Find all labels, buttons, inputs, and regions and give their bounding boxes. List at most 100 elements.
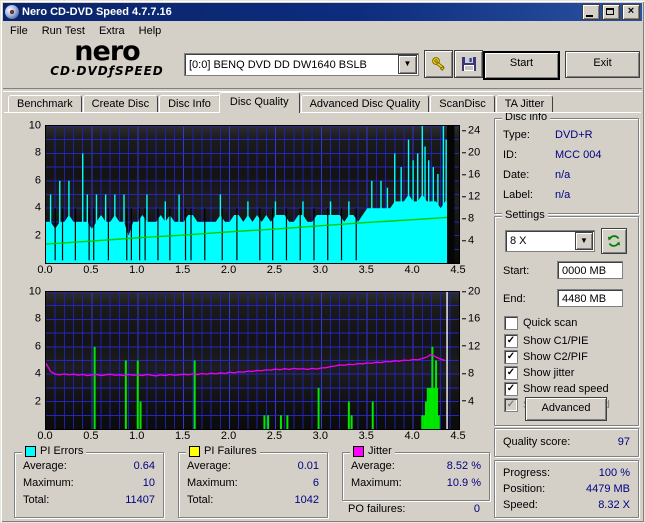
pif-average-label: Average: [187,460,231,472]
po-failures-value: 0 [474,503,480,515]
pi-errors-plot [45,125,460,264]
refresh-button[interactable] [601,228,627,254]
show-c2-pif-checkbox[interactable]: ✓ Show C2/PIF [504,350,588,364]
quality-score-group: Quality score:97 [494,428,639,457]
x-axis-tick: 2.0 [214,430,244,442]
position-value: 4479 MB [586,483,630,495]
lock-drive-button[interactable] [424,50,453,78]
jitter-group: Jitter Average:8.52 % Maximum:10.9 % [342,452,490,501]
show-jitter-label: Show jitter [523,367,574,379]
y-axis-left-tick: 6 [15,340,41,352]
pi-failures-jitter-plot [45,291,460,430]
checkbox-box: ✓ [504,398,518,412]
menu-file[interactable]: File [4,24,34,38]
pif-average-value: 0.01 [298,460,319,472]
y-axis-left-tick: 8 [15,313,41,325]
x-axis-tick: 4.5 [443,430,473,442]
x-axis-tick: 0.5 [76,430,106,442]
pi-failures-caption: PI Failures [186,445,260,457]
checkbox-box: ✓ [504,382,518,396]
toolbar-separator [3,88,642,92]
cddvdspeed-logo-text: CD·DVDƒSPEED [32,64,182,78]
y-axis-left-tick: 8 [15,147,41,159]
pi-failures-caption-text: PI Failures [204,445,257,457]
chevron-down-icon[interactable]: ▼ [398,55,417,74]
disc-id-value: MCC 004 [555,149,601,161]
po-failures-label: PO failures: [348,503,405,515]
y-axis-right-tick: 12 [462,191,488,203]
show-read-speed-checkbox[interactable]: ✓ Show read speed [504,382,609,396]
save-icon [461,56,477,72]
scan-speed-select[interactable]: 8 X ▼ [505,230,595,252]
drive-select-value: [0:0] BENQ DVD DD DW1640 BSLB [185,59,397,71]
quick-scan-checkbox[interactable]: Quick scan [504,316,577,330]
drive-select[interactable]: [0:0] BENQ DVD DD DW1640 BSLB ▼ [184,53,419,76]
scan-start-input[interactable]: 0000 MB [557,261,623,279]
tab-benchmark[interactable]: Benchmark [8,95,82,113]
y-axis-left-tick: 2 [15,229,41,241]
pi-failures-group: PI Failures Average:0.01 Maximum:6 Total… [178,452,328,518]
y-axis-right-tick: 8 [462,367,488,379]
y-axis-left-tick: 4 [15,201,41,213]
pie-maximum-label: Maximum: [23,477,74,489]
jitter-average-value: 8.52 % [447,460,481,472]
x-axis-tick: 3.0 [305,264,335,276]
keys-icon [430,55,448,73]
checkbox-box: ✓ [504,350,518,364]
jitter-average-label: Average: [351,460,395,472]
tab-advanced-disc-quality[interactable]: Advanced Disc Quality [301,95,430,113]
show-c1-pie-checkbox[interactable]: ✓ Show C1/PIE [504,334,588,348]
y-axis-right-tick: 20 [462,285,488,297]
disc-type-label: Type: [503,129,530,141]
tab-scandisc[interactable]: ScanDisc [430,95,494,113]
title-bar: Nero CD-DVD Speed 4.7.7.16 × [3,3,642,21]
show-jitter-checkbox[interactable]: ✓ Show jitter [504,366,574,380]
show-c2-pif-label: Show C2/PIF [523,351,588,363]
x-axis-tick: 4.0 [397,430,427,442]
refresh-icon [606,233,622,249]
save-results-button[interactable] [454,50,483,78]
pi-failures-jitter-chart: 246810481216200.00.51.01.52.02.53.03.54.… [12,291,488,443]
toolbar: nero CD·DVDƒSPEED [0:0] BENQ DVD DD DW16… [4,39,641,87]
advanced-button[interactable]: Advanced [525,397,607,421]
pi-errors-group: PI Errors Average:0.64 Maximum:10 Total:… [14,452,164,518]
po-failures-row: PO failures: 0 [348,503,484,517]
x-axis-tick: 0.5 [76,264,106,276]
tab-disc-quality[interactable]: Disc Quality [219,92,300,113]
y-axis-right-tick: 8 [462,212,488,224]
y-axis-right-tick: 16 [462,169,488,181]
chevron-down-icon[interactable]: ▼ [575,232,593,250]
pif-total-label: Total: [187,494,213,506]
scan-end-input[interactable]: 4480 MB [557,289,623,307]
tab-create-disc[interactable]: Create Disc [83,95,158,113]
start-button[interactable]: Start [483,51,560,80]
nero-logo-text: nero [32,40,182,64]
maximize-icon [606,8,614,15]
minimize-button[interactable] [582,4,600,20]
x-axis-tick: 1.0 [122,430,152,442]
settings-group: Settings 8 X ▼ Start: 0000 MB End: 4480 … [494,216,639,426]
disc-date-label: Date: [503,169,529,181]
y-axis-right-tick: 4 [462,234,488,246]
progress-value: 100 % [599,467,630,479]
nero-logo: nero CD·DVDƒSPEED [32,40,182,78]
x-axis-tick: 2.5 [259,430,289,442]
jitter-caption: Jitter [350,445,395,457]
y-axis-left-tick: 2 [15,395,41,407]
jitter-legend-icon [353,446,364,457]
quality-score-label: Quality score: [503,436,570,448]
tab-disc-info[interactable]: Disc Info [159,95,220,113]
maximize-button[interactable] [602,4,620,20]
exit-button[interactable]: Exit [565,51,640,78]
disc-label-value: n/a [555,189,570,201]
x-axis-tick: 2.5 [259,264,289,276]
checkbox-box [504,316,518,330]
tab-ta-jitter[interactable]: TA Jitter [496,95,554,113]
scan-start-label: Start: [503,265,529,277]
close-button[interactable]: × [622,4,640,20]
speed-value: 8.32 X [598,499,630,511]
x-axis-tick: 3.5 [351,430,381,442]
progress-group: Progress:100 % Position:4479 MB Speed:8.… [494,460,639,518]
pif-maximum-label: Maximum: [187,477,238,489]
x-axis-tick: 4.0 [397,264,427,276]
